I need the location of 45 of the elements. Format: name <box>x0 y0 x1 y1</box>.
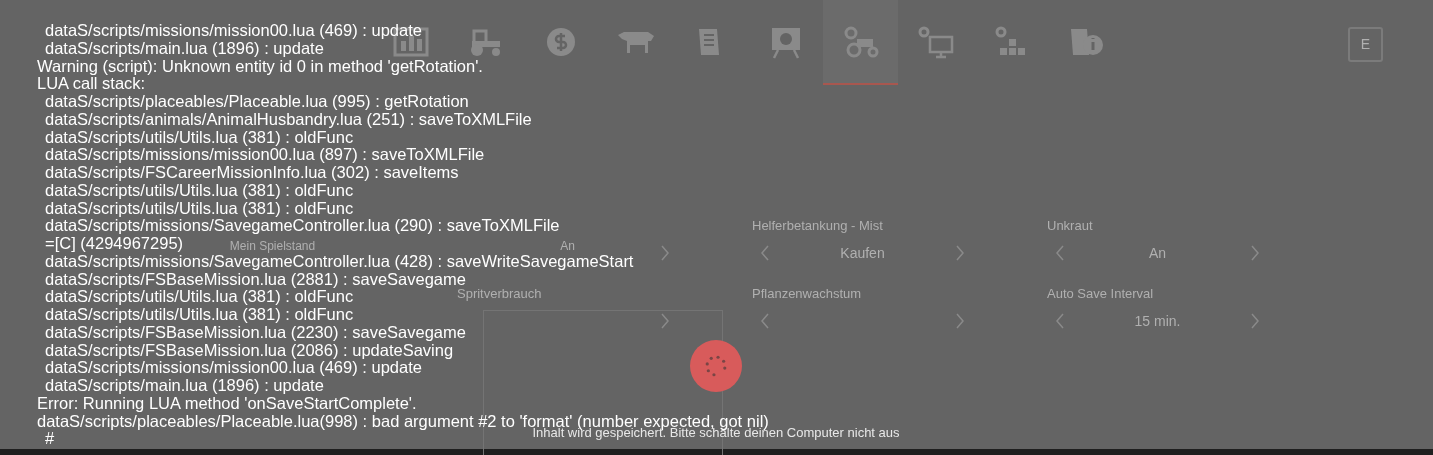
console-line: dataS/scripts/utils/Utils.lua (381) : oldFunc <box>45 199 354 218</box>
console-line: LUA call stack: <box>37 75 146 93</box>
console-line: dataS/scripts/missions/SavegameController.lua (290) : saveToXMLFile <box>45 217 560 235</box>
console-line: dataS/scripts/utils/Utils.lua (381) : oldFunc <box>45 306 354 324</box>
console-line: dataS/scripts/FSCareerMissionInfo.lua (302) : saveItems <box>45 164 459 182</box>
chevron-left-icon[interactable] <box>760 245 770 261</box>
setting-label: Pflanzenwachstum <box>752 285 862 304</box>
console-line: dataS/scripts/missions/mission00.lua (469) : update <box>45 22 422 40</box>
savegame-name: Mein Spielstand <box>229 240 316 252</box>
chevron-right-icon[interactable] <box>1250 245 1260 261</box>
console-line: # <box>45 430 55 448</box>
console-line: dataS/scripts/placeables/Placeable.lua (995) : getRotation <box>45 93 469 111</box>
console-line: =[C] (4294967295) <box>45 235 184 253</box>
console-line: dataS/scripts/main.lua (1896) : update <box>45 377 324 395</box>
setting-label: Auto Save Interval <box>1047 285 1154 304</box>
console-line: dataS/scripts/main.lua (1896) : update <box>45 39 324 58</box>
console-line: Warning (script): Unknown entity id 0 in method 'getRotation'. <box>37 57 483 76</box>
console-line: dataS/scripts/animals/AnimalHusbandry.lua (251) : saveToXMLFile <box>45 110 532 129</box>
console-line: dataS/scripts/FSBaseMission.lua (2881) : saveSavegame <box>45 270 466 289</box>
chevron-right-icon[interactable] <box>955 313 965 329</box>
setting-value: 15 min. <box>1134 311 1181 331</box>
setting-value: Kaufen <box>840 243 885 263</box>
chevron-right-icon[interactable] <box>660 313 670 329</box>
console-line: dataS/scripts/missions/mission00.lua (469) : update <box>45 359 422 377</box>
loading-spinner-icon <box>690 340 742 392</box>
chevron-right-icon[interactable] <box>955 245 965 261</box>
chevron-left-icon[interactable] <box>1055 245 1065 261</box>
console-line: dataS/scripts/FSBaseMission.lua (2086) : updateSaving <box>45 341 454 360</box>
chevron-right-icon[interactable] <box>1250 313 1260 329</box>
setting-label: Spritverbrauch <box>457 286 542 304</box>
chevron-left-icon[interactable] <box>1055 313 1065 329</box>
console-line: dataS/scripts/utils/Utils.lua (381) : oldFunc <box>45 181 354 200</box>
setting-value: An <box>560 240 575 252</box>
console-line: dataS/scripts/missions/mission00.lua (897) : saveToXMLFile <box>45 146 485 164</box>
console-line: dataS/scripts/utils/Utils.lua (381) : oldFunc <box>45 288 354 306</box>
console-line: dataS/scripts/utils/Utils.lua (381) : oldFunc <box>45 128 354 147</box>
key-hint: E <box>1360 35 1371 54</box>
console-line: dataS/scripts/missions/SavegameController.lua (428) : saveWriteSavegameStart <box>45 252 634 271</box>
chevron-right-icon[interactable] <box>660 245 670 261</box>
setting-label: Helferbetankung - Mist <box>752 217 883 236</box>
console-line: Error: Running LUA method 'onSaveStartComplete'. <box>37 394 417 413</box>
setting-value: An <box>1148 243 1167 263</box>
chevron-left-icon[interactable] <box>760 313 770 329</box>
console-line: dataS/scripts/FSBaseMission.lua (2230) : saveSavegame <box>45 323 466 342</box>
setting-label: Unkraut <box>1047 217 1093 236</box>
